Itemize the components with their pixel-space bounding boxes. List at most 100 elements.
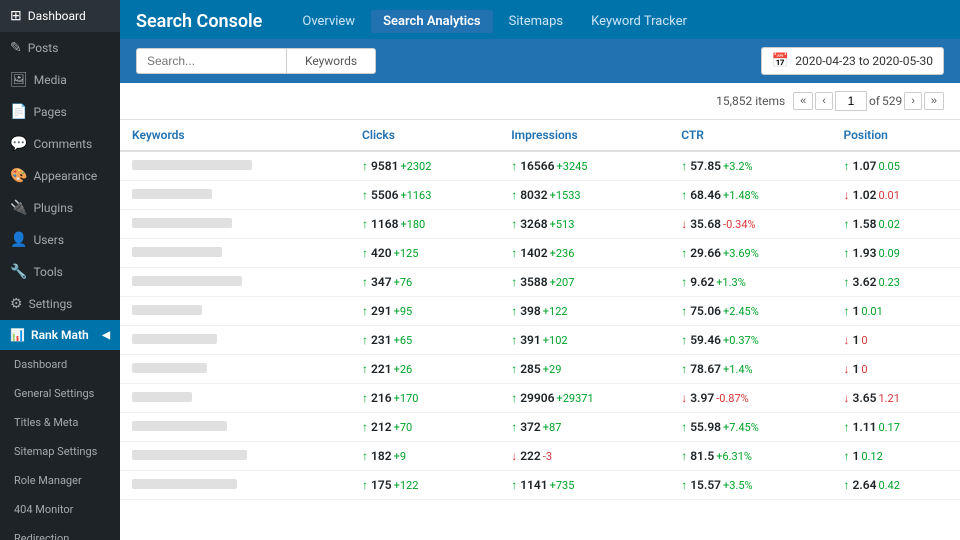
- date-picker[interactable]: 📅 2020-04-23 to 2020-05-30: [761, 47, 944, 75]
- cell-clicks: 221+26: [350, 355, 499, 384]
- sidebar-item-settings[interactable]: ⚙ Settings: [0, 288, 120, 320]
- ctr-arrow: [681, 391, 687, 405]
- ctr-delta: +3.5%: [723, 479, 753, 492]
- position-main: 3.62: [852, 275, 876, 289]
- clicks-arrow: [362, 362, 368, 376]
- users-icon: 👤: [10, 232, 27, 248]
- impressions-arrow: [511, 304, 517, 318]
- nav-keyword-tracker[interactable]: Keyword Tracker: [579, 10, 699, 33]
- table-head: Keywords Clicks Impressions CTR Position: [120, 120, 960, 151]
- position-arrow: [843, 217, 849, 231]
- table-row: 347+76 3588+207 9.62+1.3% 3.620.23: [120, 268, 960, 297]
- clicks-main: 420: [371, 246, 392, 260]
- position-main: 1.11: [852, 420, 876, 434]
- ctr-main: 75.06: [690, 304, 721, 318]
- col-header-impressions[interactable]: Impressions: [499, 120, 669, 151]
- clicks-arrow: [362, 420, 368, 434]
- ctr-delta: -0.34%: [723, 218, 756, 231]
- nav-sitemaps[interactable]: Sitemaps: [497, 10, 576, 33]
- clicks-arrow: [362, 275, 368, 289]
- sidebar-item-users[interactable]: 👤 Users: [0, 224, 120, 256]
- page-total: 529: [882, 94, 902, 108]
- page-number-input[interactable]: [835, 91, 867, 111]
- header-nav: Overview Search Analytics Sitemaps Keywo…: [290, 10, 699, 33]
- sidebar-label-appearance: Appearance: [33, 169, 97, 183]
- cell-position: 10: [831, 326, 960, 355]
- sidebar-label-comments: Comments: [33, 137, 92, 151]
- nav-search-analytics[interactable]: Search Analytics: [371, 10, 493, 33]
- ctr-main: 15.57: [690, 478, 721, 492]
- cell-position: 10.01: [831, 297, 960, 326]
- sidebar-item-comments[interactable]: 💬 Comments: [0, 128, 120, 160]
- settings-icon: ⚙: [10, 296, 23, 312]
- clicks-arrow: [362, 304, 368, 318]
- sidebar-item-rm-titles[interactable]: Titles & Meta: [0, 408, 120, 437]
- position-arrow: [843, 304, 849, 318]
- table-row: 212+70 372+87 55.98+7.45% 1.110.17: [120, 413, 960, 442]
- clicks-arrow: [362, 217, 368, 231]
- sidebar-item-appearance[interactable]: 🎨 Appearance: [0, 160, 120, 192]
- sidebar-item-rm-role[interactable]: Role Manager: [0, 466, 120, 495]
- impressions-delta: +3245: [556, 160, 587, 173]
- first-page-button[interactable]: «: [793, 92, 813, 110]
- impressions-delta: -3: [543, 450, 552, 463]
- ctr-main: 35.68: [690, 217, 721, 231]
- sidebar-item-rankmath[interactable]: 📊 Rank Math ◀: [0, 320, 120, 350]
- cell-keywords: [120, 297, 350, 326]
- sidebar-item-plugins[interactable]: 🔌 Plugins: [0, 192, 120, 224]
- clicks-arrow: [362, 478, 368, 492]
- sidebar-label-posts: Posts: [28, 41, 59, 55]
- sidebar-item-rm-general[interactable]: General Settings: [0, 379, 120, 408]
- col-header-ctr[interactable]: CTR: [669, 120, 831, 151]
- sidebar-item-rm-sitemap[interactable]: Sitemap Settings: [0, 437, 120, 466]
- cell-clicks: 420+125: [350, 239, 499, 268]
- ctr-delta: +3.69%: [723, 247, 759, 260]
- col-header-position[interactable]: Position: [831, 120, 960, 151]
- nav-overview[interactable]: Overview: [290, 10, 367, 33]
- sidebar: ⊞ Dashboard ✎ Posts 🖼 Media 📄 Pages 💬 Co…: [0, 0, 120, 540]
- ctr-delta: +0.37%: [723, 334, 759, 347]
- position-arrow: [843, 449, 849, 463]
- col-header-keywords[interactable]: Keywords: [120, 120, 350, 151]
- position-arrow: [843, 333, 849, 347]
- cell-keywords: [120, 210, 350, 239]
- sidebar-item-tools[interactable]: 🔧 Tools: [0, 256, 120, 288]
- position-delta: 0.12: [861, 450, 882, 463]
- sidebar-label-users: Users: [33, 233, 64, 247]
- pagination-controls: « ‹ of 529 › »: [793, 91, 944, 111]
- cell-ctr: 81.5+6.31%: [669, 442, 831, 471]
- sidebar-item-rm-404[interactable]: 404 Monitor: [0, 495, 120, 524]
- col-header-clicks[interactable]: Clicks: [350, 120, 499, 151]
- impressions-main: 222: [520, 449, 541, 463]
- next-page-button[interactable]: ›: [904, 92, 922, 110]
- impressions-main: 3268: [520, 217, 547, 231]
- sidebar-item-posts[interactable]: ✎ Posts: [0, 32, 120, 64]
- impressions-arrow: [511, 275, 517, 289]
- clicks-delta: +180: [400, 218, 425, 231]
- search-input[interactable]: [136, 48, 286, 74]
- sidebar-item-dashboard[interactable]: ⊞ Dashboard: [0, 0, 120, 32]
- cell-keywords: [120, 413, 350, 442]
- impressions-arrow: [511, 188, 517, 202]
- cell-position: 1.020.01: [831, 181, 960, 210]
- position-delta: 0.23: [878, 276, 899, 289]
- search-toolbar: Keywords 📅 2020-04-23 to 2020-05-30: [120, 39, 960, 83]
- clicks-arrow: [362, 246, 368, 260]
- last-page-button[interactable]: »: [924, 92, 944, 110]
- position-main: 1: [852, 304, 859, 318]
- clicks-delta: +2302: [400, 160, 431, 173]
- sidebar-item-media[interactable]: 🖼 Media: [0, 64, 120, 96]
- search-dropdown[interactable]: Keywords: [286, 48, 376, 74]
- keyword-bar: [132, 160, 252, 170]
- sidebar-item-rm-redirections[interactable]: Redirection: [0, 524, 120, 540]
- cell-ctr: 29.66+3.69%: [669, 239, 831, 268]
- position-main: 1.02: [852, 188, 876, 202]
- table-row: 231+65 391+102 59.46+0.37% 10: [120, 326, 960, 355]
- cell-ctr: 57.85+3.2%: [669, 151, 831, 181]
- plugins-icon: 🔌: [10, 200, 27, 216]
- impressions-delta: +29: [543, 363, 562, 376]
- prev-page-button[interactable]: ‹: [815, 92, 833, 110]
- sidebar-label-pages: Pages: [33, 105, 66, 119]
- sidebar-item-rm-dashboard[interactable]: Dashboard: [0, 350, 120, 379]
- sidebar-item-pages[interactable]: 📄 Pages: [0, 96, 120, 128]
